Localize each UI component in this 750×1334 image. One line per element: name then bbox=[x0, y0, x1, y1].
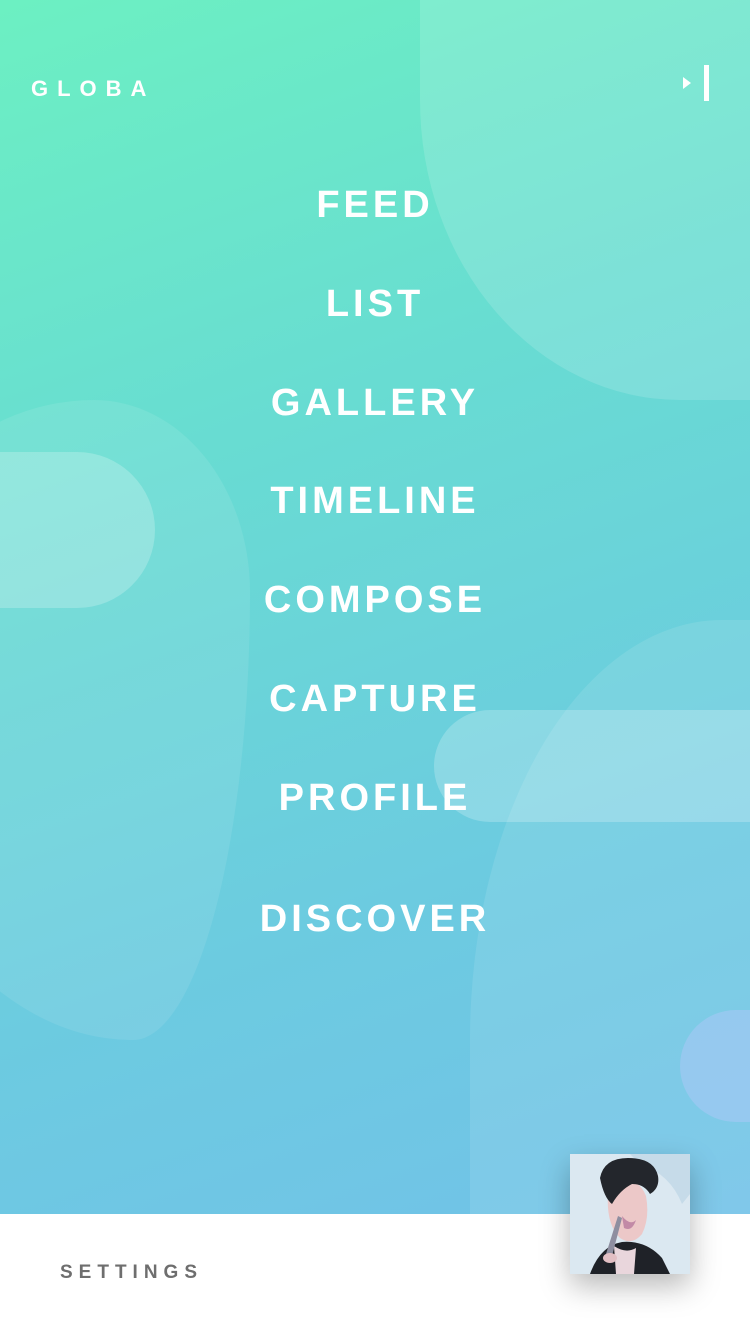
menu-item-timeline[interactable]: TIMELINE bbox=[0, 478, 750, 524]
menu-item-discover[interactable]: DISCOVER bbox=[0, 896, 750, 942]
menu-item-capture[interactable]: CAPTURE bbox=[0, 676, 750, 722]
menu-item-compose[interactable]: COMPOSE bbox=[0, 577, 750, 623]
menu-item-gallery[interactable]: GALLERY bbox=[0, 380, 750, 426]
settings-link[interactable]: SETTINGS bbox=[60, 1262, 203, 1284]
avatar-portrait-image bbox=[570, 1154, 690, 1274]
main-menu: FEED LIST GALLERY TIMELINE COMPOSE CAPTU… bbox=[0, 0, 750, 1214]
menu-item-feed[interactable]: FEED bbox=[0, 182, 750, 228]
app-screen: GLOBA FEED LIST GALLERY TIMELINE COMPOSE… bbox=[0, 0, 750, 1334]
menu-item-profile[interactable]: PROFILE bbox=[0, 775, 750, 821]
menu-item-list[interactable]: LIST bbox=[0, 281, 750, 327]
user-avatar[interactable] bbox=[570, 1154, 690, 1274]
